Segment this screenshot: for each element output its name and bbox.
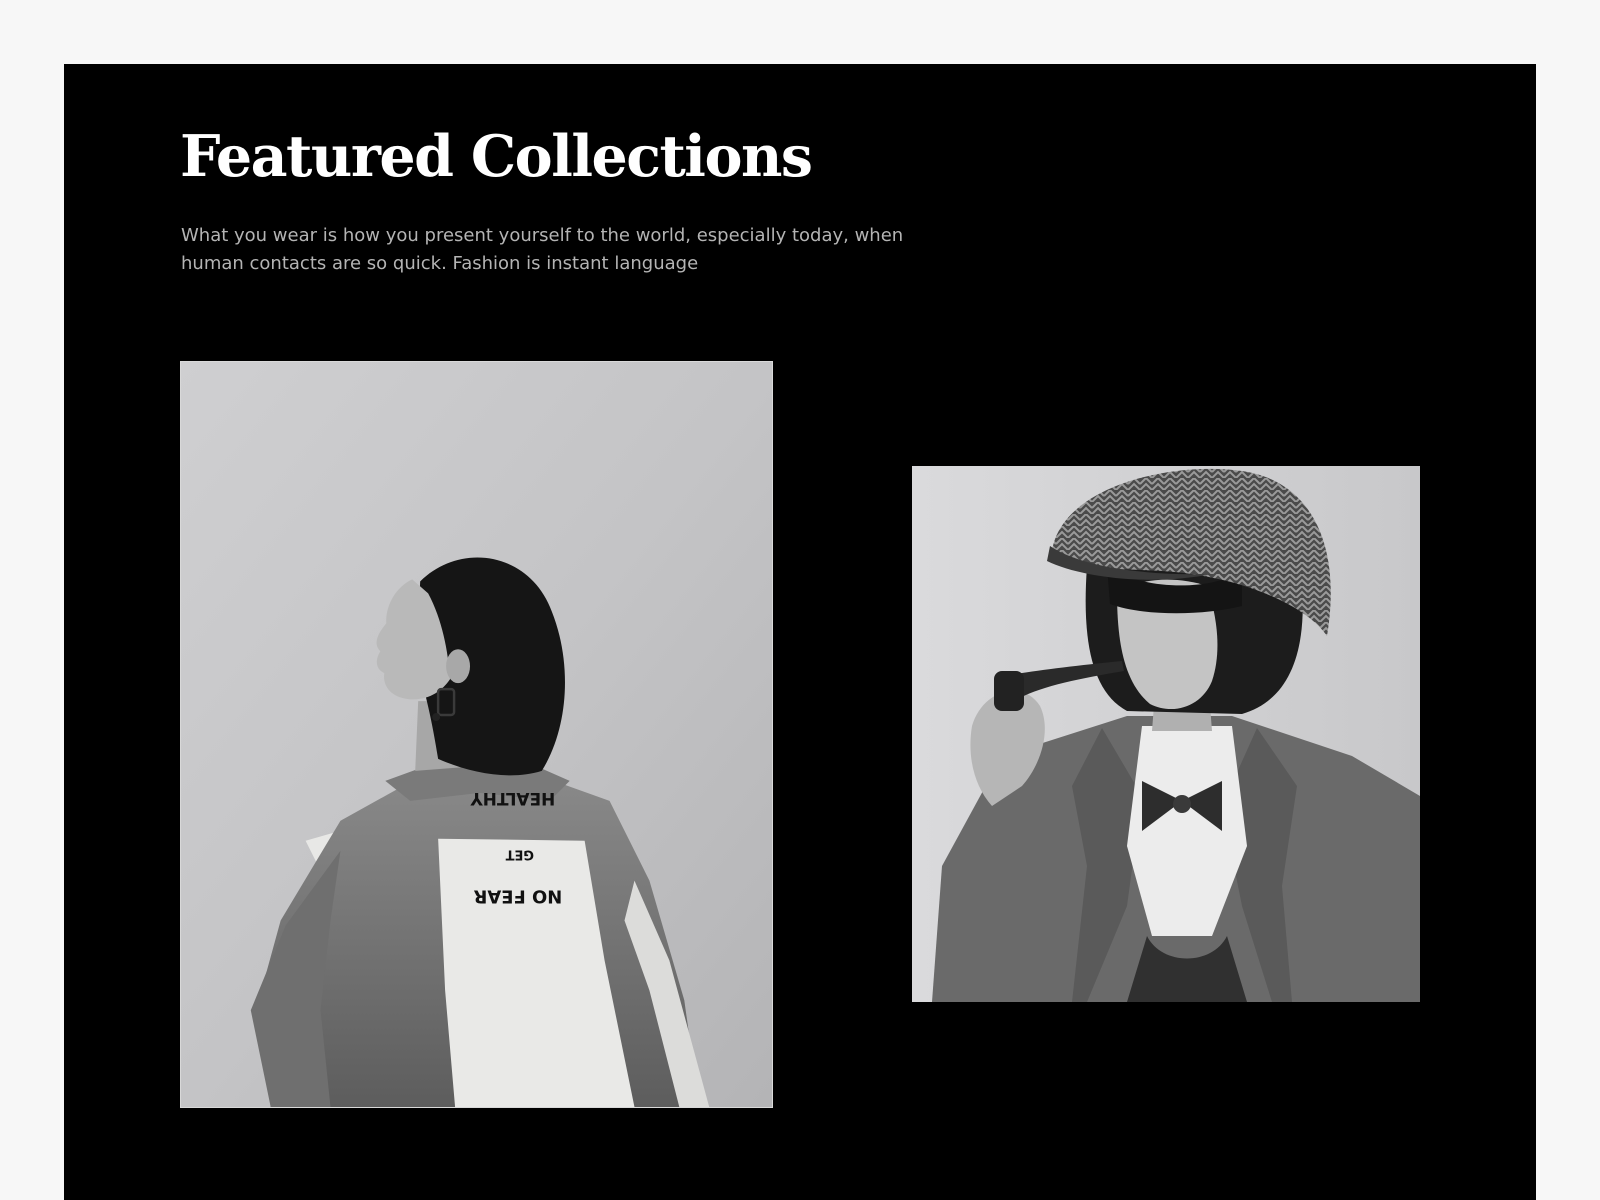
- jacket-print-healthy: HEALTHY: [470, 789, 556, 809]
- newsboy-cap-illustration: [912, 466, 1420, 1002]
- collection-photo-newsboy-cap[interactable]: [912, 466, 1420, 1002]
- featured-collections-section: Featured Collections What you wear is ho…: [64, 64, 1536, 1200]
- collection-photo-denim-jacket[interactable]: HEALTHY GET NO FEAR: [180, 361, 773, 1108]
- denim-jacket-illustration: HEALTHY GET NO FEAR: [181, 362, 772, 1107]
- section-description-line-1: What you wear is how you present yoursel…: [181, 225, 904, 246]
- section-description-line-2: human contacts are so quick. Fashion is …: [181, 253, 699, 274]
- section-title: Featured Collections: [180, 123, 813, 190]
- section-description: What you wear is how you present yoursel…: [181, 222, 941, 278]
- jacket-print-get: GET: [506, 847, 534, 862]
- jacket-print-no-fear: NO FEAR: [473, 886, 562, 907]
